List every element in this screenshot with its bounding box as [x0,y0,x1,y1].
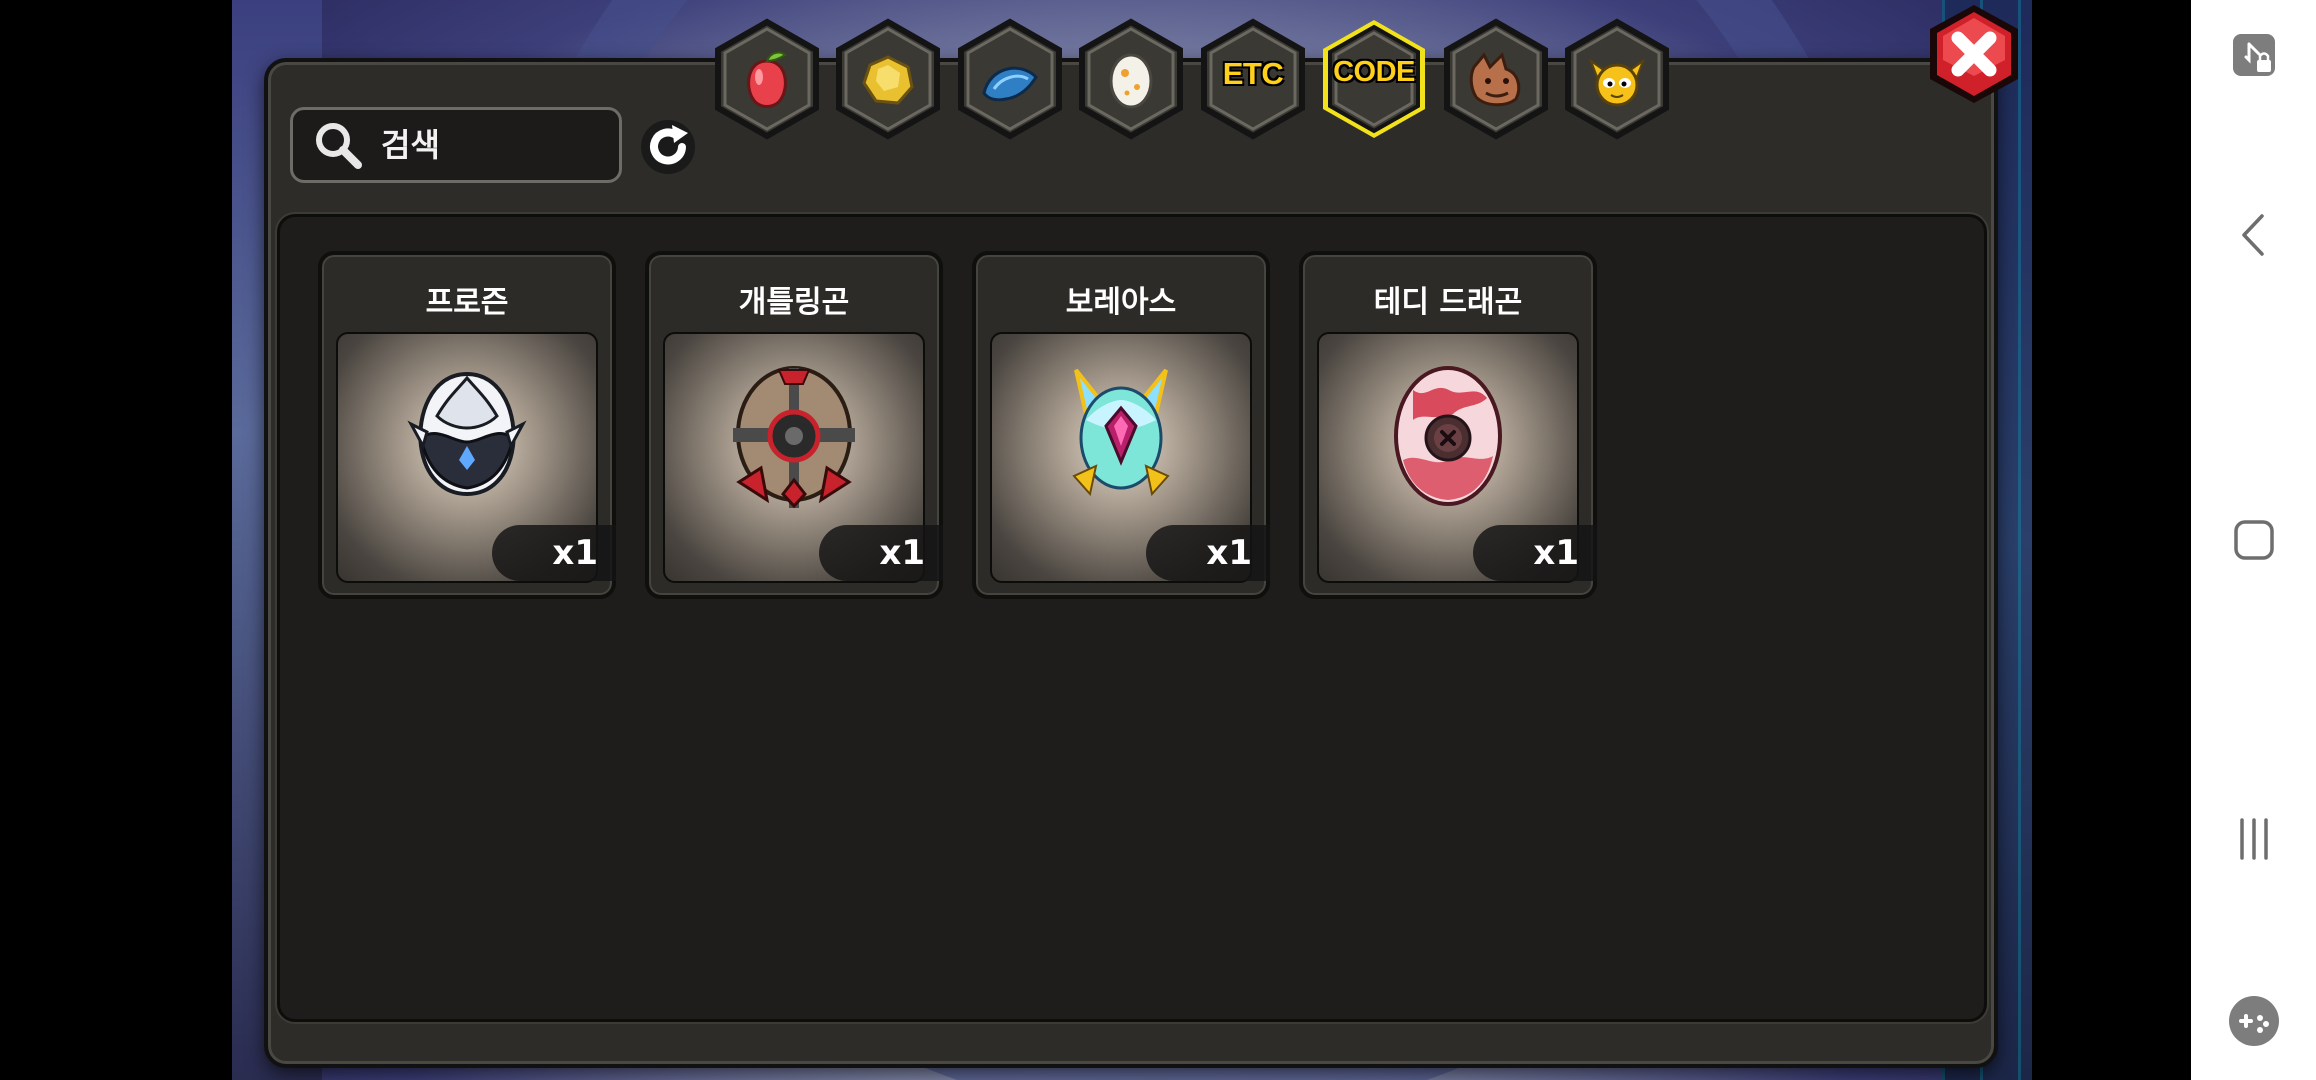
boreas-egg-icon [1072,368,1170,497]
item-name: 보레아스 [1065,285,1177,320]
home-square-icon [2233,520,2274,560]
recent-apps-icon [2239,818,2268,860]
item-quantity: x1 [492,525,616,581]
tab-scale[interactable] [955,18,1065,140]
tab-mascot[interactable] [1562,18,1672,140]
search-input[interactable] [379,125,603,165]
gatlinggon-egg-icon [733,366,855,509]
search-icon [316,123,362,169]
teddy-dragon-egg-icon [1394,366,1502,506]
tab-code[interactable]: CODE [1319,18,1429,140]
category-tab-bar: ETC CODE [712,18,1678,140]
item-name: 개틀링곤 [738,285,850,320]
item-card[interactable]: 테디 드래곤 x1 [1299,251,1597,599]
item-card[interactable]: 프로즌 x1 [318,251,616,599]
refresh-icon[interactable] [638,117,698,177]
game-tools-button[interactable] [2191,30,2316,80]
search-box[interactable] [290,107,622,183]
system-navigation-bar [2191,0,2316,1080]
tab-code-label: CODE [1333,56,1415,88]
frozen-egg-icon [407,371,527,497]
item-name: 테디 드래곤 [1373,285,1523,320]
item-name: 프로즌 [425,285,509,320]
item-quantity: x1 [819,525,943,581]
touch-lock-icon [2232,34,2275,76]
tab-gold[interactable] [833,18,943,140]
tab-fruit[interactable] [712,18,822,140]
dragon-head-icon [1469,52,1521,107]
recent-apps-button[interactable] [2191,814,2316,864]
game-launcher-button[interactable] [2191,994,2316,1048]
close-icon[interactable] [1925,2,2023,106]
item-quantity: x1 [1146,525,1270,581]
back-button[interactable] [2191,210,2316,260]
tab-etc-label: ETC [1222,56,1284,91]
tab-dragon[interactable] [1441,18,1551,140]
tab-egg[interactable] [1076,18,1186,140]
item-card[interactable]: 개틀링곤 x1 [645,251,943,599]
gold-nugget-icon [862,55,914,105]
gamepad-icon [2228,996,2279,1046]
blue-dragon-scale-icon [982,66,1038,102]
item-quantity: x1 [1473,525,1597,581]
home-button[interactable] [2191,515,2316,565]
spotted-egg-icon [1109,53,1153,109]
red-fruit-icon [747,51,787,108]
item-card[interactable]: 보레아스 x1 [972,251,1270,599]
back-chevron-icon [2241,214,2264,256]
tab-etc[interactable]: ETC [1198,18,1308,140]
winged-mascot-icon [1588,58,1646,107]
